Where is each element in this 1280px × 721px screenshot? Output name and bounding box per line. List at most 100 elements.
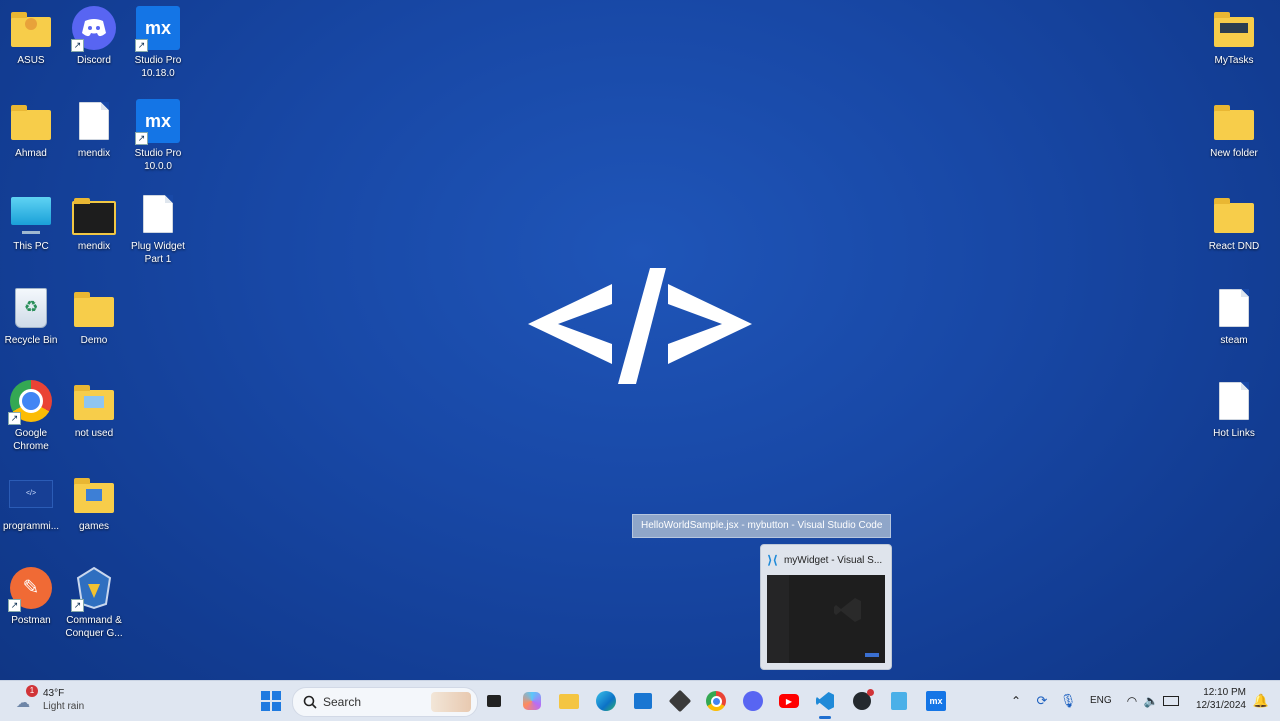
window-preview-title: ⟩⟨ myWidget - Visual S... bbox=[767, 552, 885, 568]
desktop-icon-mendix-folder[interactable]: mendix bbox=[62, 192, 126, 253]
desktop-icon-label: Discord bbox=[77, 55, 111, 66]
taskbar-mendix[interactable]: mx bbox=[924, 689, 948, 713]
desktop-icon-this-pc[interactable]: This PC bbox=[0, 192, 63, 253]
postman-icon: ✎ ↗ bbox=[8, 566, 53, 612]
document-icon bbox=[1212, 286, 1256, 330]
window-preview-thumbnail[interactable] bbox=[767, 575, 885, 663]
folder-icon bbox=[72, 286, 116, 330]
taskbar-store[interactable] bbox=[631, 689, 655, 713]
discord-icon: ↗ bbox=[71, 6, 116, 52]
vscode-icon bbox=[816, 692, 834, 710]
recycle-bin-icon: ♻ bbox=[9, 286, 53, 330]
discord-icon bbox=[743, 691, 763, 711]
cloud-rain-icon: ☁ bbox=[16, 694, 30, 710]
chevron-up-icon: ⌃ bbox=[1010, 694, 1022, 708]
desktop-icon-demo[interactable]: Demo bbox=[62, 286, 126, 347]
chrome-icon: ↗ bbox=[8, 379, 53, 425]
notepad-icon bbox=[891, 692, 907, 710]
chrome-icon bbox=[706, 691, 726, 711]
desktop-icon-label: Plug Widget Part 1 bbox=[131, 241, 185, 265]
desktop-icon-label: mendix bbox=[77, 148, 111, 159]
folder-icon bbox=[1212, 99, 1256, 143]
folder-icon bbox=[1212, 192, 1256, 236]
game-icon: ↗ bbox=[71, 566, 116, 612]
desktop-icon-label: Postman bbox=[11, 615, 51, 626]
task-view-icon bbox=[487, 695, 501, 707]
weather-condition: Light rain bbox=[43, 701, 85, 712]
desktop-icon-label: Demo bbox=[80, 335, 108, 346]
desktop-icon-new-folder[interactable]: New folder bbox=[1202, 99, 1266, 160]
desktop-icon-label: games bbox=[78, 521, 109, 532]
desktop-icon-hot-links[interactable]: Hot Links bbox=[1202, 379, 1266, 440]
desktop-icon-command-conquer[interactable]: ↗ Command & Conquer G... bbox=[62, 566, 126, 640]
folder-icon bbox=[1212, 6, 1256, 50]
taskbar-discord[interactable] bbox=[741, 689, 765, 713]
shortcut-arrow-icon: ↗ bbox=[8, 599, 21, 612]
store-icon bbox=[634, 693, 652, 709]
desktop-icon-mytasks[interactable]: MyTasks bbox=[1202, 6, 1266, 67]
desktop-icon-label: Studio Pro 10.0.0 bbox=[134, 148, 182, 172]
desktop-icon-games[interactable]: games bbox=[62, 472, 126, 533]
document-icon bbox=[1212, 379, 1256, 423]
vscode-watermark-icon bbox=[834, 598, 861, 622]
volume-icon: 🔈 bbox=[1143, 694, 1159, 708]
copilot-icon bbox=[523, 692, 541, 710]
taskbar-chrome[interactable] bbox=[704, 689, 728, 713]
desktop-icon-postman[interactable]: ✎ ↗ Postman bbox=[0, 566, 63, 627]
desktop-icon-mendix-doc[interactable]: mendix bbox=[62, 99, 126, 160]
search-icon bbox=[303, 695, 317, 709]
desktop-icon-programming[interactable]: </> programmi... bbox=[0, 472, 63, 533]
taskbar-edge[interactable] bbox=[594, 689, 618, 713]
notifications-button[interactable]: 🔔 bbox=[1249, 689, 1273, 713]
language-indicator[interactable]: ENG bbox=[1090, 695, 1112, 706]
task-view-button[interactable] bbox=[482, 689, 506, 713]
microphone-icon: 🎙 bbox=[1059, 693, 1077, 708]
taskbar-app-cube[interactable] bbox=[668, 689, 692, 713]
taskbar-file-explorer[interactable] bbox=[557, 689, 581, 713]
desktop-icon-plug-widget[interactable]: Plug Widget Part 1 bbox=[126, 192, 190, 266]
vscode-icon: ⟩⟨ bbox=[767, 553, 778, 567]
folder-icon bbox=[72, 192, 116, 236]
wifi-icon: ◠ bbox=[1126, 694, 1138, 708]
tray-sync[interactable]: ⟳ bbox=[1030, 689, 1054, 713]
desktop-icon-google-chrome[interactable]: ↗ Google Chrome bbox=[0, 379, 63, 453]
desktop-icon-label: Command & Conquer G... bbox=[65, 615, 123, 639]
desktop-icon-react-dnd[interactable]: React DND bbox=[1202, 192, 1266, 253]
desktop-icon-studio-pro-10-18[interactable]: mx ↗ Studio Pro 10.18.0 bbox=[126, 6, 190, 80]
weather-widget[interactable]: ☁ 1 43°F Light rain bbox=[14, 685, 88, 714]
taskbar-youtube[interactable]: ▶ bbox=[777, 689, 801, 713]
tray-microphone[interactable]: 🎙 bbox=[1056, 689, 1080, 713]
window-preview[interactable]: ⟩⟨ myWidget - Visual S... bbox=[760, 544, 892, 670]
search-label: Search bbox=[323, 695, 362, 709]
taskbar-notepad[interactable] bbox=[887, 689, 911, 713]
desktop-icon-steam[interactable]: steam bbox=[1202, 286, 1266, 347]
clock[interactable]: 12:10 PM 12/31/2024 bbox=[1188, 687, 1246, 711]
folder-icon bbox=[9, 99, 53, 143]
taskbar-vscode[interactable] bbox=[813, 689, 837, 719]
folder-icon bbox=[72, 379, 116, 423]
taskbar-tooltip: HelloWorldSample.jsx - mybutton - Visual… bbox=[632, 514, 892, 538]
taskbar-copilot[interactable] bbox=[520, 689, 544, 713]
wallpaper-code-symbol bbox=[528, 268, 752, 384]
desktop-icon-discord[interactable]: ↗ Discord bbox=[62, 6, 126, 67]
desktop-icon-asus[interactable]: ASUS bbox=[0, 6, 63, 67]
shortcut-arrow-icon: ↗ bbox=[71, 599, 84, 612]
tray-overflow-button[interactable]: ⌃ bbox=[1004, 689, 1028, 713]
clock-date: 12/31/2024 bbox=[1195, 700, 1246, 711]
desktop-icon-label: not used bbox=[74, 428, 114, 439]
start-button[interactable] bbox=[259, 689, 283, 713]
file-explorer-icon bbox=[559, 693, 579, 709]
mendix-icon: mx ↗ bbox=[135, 6, 180, 52]
taskbar-search-box[interactable]: Search bbox=[292, 687, 478, 717]
desktop-icon-ahmad[interactable]: Ahmad bbox=[0, 99, 63, 160]
shortcut-arrow-icon: ↗ bbox=[135, 39, 148, 52]
weather-temperature: 43°F bbox=[43, 688, 65, 699]
desktop-icon-studio-pro-10-0[interactable]: mx ↗ Studio Pro 10.0.0 bbox=[126, 99, 190, 173]
taskbar-github-desktop[interactable] bbox=[850, 689, 874, 713]
window-preview-title-text: myWidget - Visual S... bbox=[783, 554, 883, 566]
tray-battery[interactable] bbox=[1159, 689, 1183, 713]
desktop-icon-recycle-bin[interactable]: ♻ Recycle Bin bbox=[0, 286, 63, 347]
desktop-icon-label: Google Chrome bbox=[13, 428, 49, 452]
taskbar: ☁ 1 43°F Light rain Search ▶ mx ⌃ ⟳ 🎙 EN… bbox=[0, 680, 1280, 721]
desktop-icon-not-used[interactable]: not used bbox=[62, 379, 126, 440]
